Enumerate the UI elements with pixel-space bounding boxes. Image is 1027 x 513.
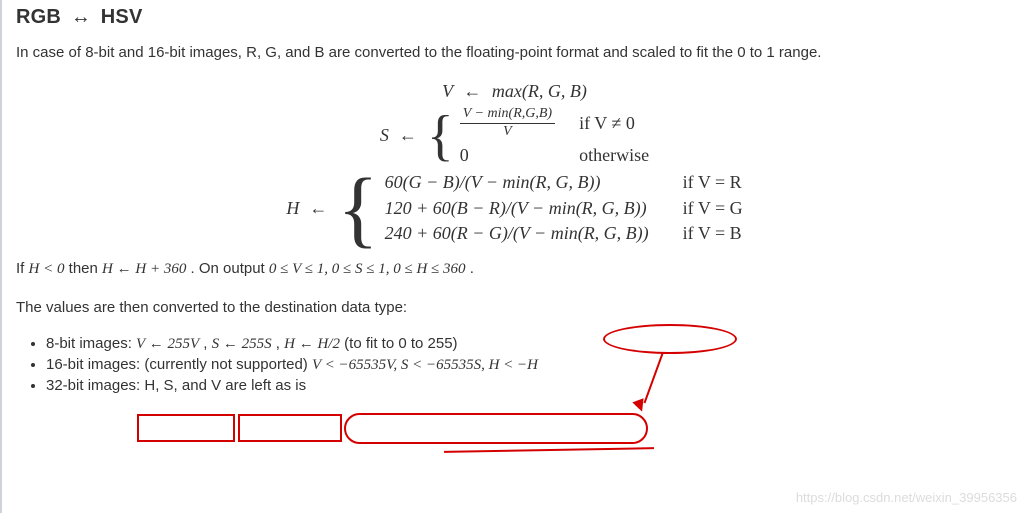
annotation-arrow-head-icon: [632, 398, 647, 413]
eq-v-rhs: max(R, G, B): [492, 81, 587, 101]
list-item-16bit: 16-bit images: (currently not supported)…: [46, 356, 1013, 374]
assign-arrow-icon: ←: [309, 198, 327, 220]
heading-rhs: HSV: [101, 6, 143, 28]
convert-intro: The values are then converted to the des…: [16, 298, 1013, 318]
b8-s: S ← 255S: [212, 336, 272, 352]
annotation-strikethrough: [444, 447, 654, 453]
equation-s: S ← { V − min(R,G,B) V if V ≠ 0 0 otherw…: [16, 106, 1013, 166]
b16-label: 16-bit images: (currently not supported): [46, 356, 312, 373]
eq-s-case1-frac: V − min(R,G,B) V: [460, 106, 555, 141]
convert-list: 8-bit images: V ← 255V , S ← 255S , H ← …: [46, 335, 1013, 394]
eq-h-case1-cond: if V = R: [683, 172, 743, 194]
wrap-t1: If: [16, 260, 29, 277]
wrap-m1: H < 0: [29, 261, 65, 277]
eq-h-case1: 60(G − B)/(V − min(R, G, B)): [385, 172, 649, 194]
eq-h-case2: 120 + 60(B − R)/(V − min(R, G, B)): [385, 198, 649, 220]
eq-s-case1-den: V: [460, 123, 555, 141]
eq-h-case3: 240 + 60(R − G)/(V − min(R, G, B)): [385, 223, 649, 245]
eq-h-lhs: H: [286, 198, 299, 220]
eq-h-case3-cond: if V = B: [683, 223, 743, 245]
intro-paragraph: In case of 8-bit and 16-bit images, R, G…: [16, 43, 1013, 63]
b8-comma1: ,: [203, 335, 211, 352]
eq-s-lhs: S: [380, 125, 389, 147]
b8-v: V ← 255V: [136, 336, 199, 352]
annotation-circle-h2: [344, 413, 648, 444]
eq-h-cases: 60(G − B)/(V − min(R, G, B)) if V = R 12…: [385, 172, 743, 245]
watermark-text: https://blog.csdn.net/weixin_39956356: [796, 490, 1017, 505]
wrap-t4: .: [470, 260, 474, 277]
wrap-m3: 0 ≤ V ≤ 1, 0 ≤ S ≤ 1,: [269, 261, 393, 277]
eq-s-case1-num: V − min(R,G,B): [460, 106, 555, 123]
wrap-m2: H ← H + 360: [102, 261, 186, 277]
heading-lhs: RGB: [16, 6, 61, 28]
b8-tail: (to fit to 0 to 255): [344, 335, 457, 352]
eq-h-case2-cond: if V = G: [683, 198, 743, 220]
doc-page: RGB ↔ HSV In case of 8-bit and 16-bit im…: [0, 0, 1027, 513]
list-item-32bit: 32-bit images: H, S, and V are left as i…: [46, 377, 1013, 394]
wrap-m4: 0 ≤ H ≤ 360: [393, 261, 465, 277]
equation-h: H ← { 60(G − B)/(V − min(R, G, B)) if V …: [16, 172, 1013, 245]
eq-v-lhs: V: [442, 81, 453, 101]
b8-comma2: ,: [276, 335, 284, 352]
assign-arrow-icon: ←: [463, 81, 481, 101]
section-heading: RGB ↔ HSV: [16, 6, 1013, 29]
b8-label: 8-bit images:: [46, 335, 136, 352]
wrap-t2: then: [69, 260, 102, 277]
eq-s-case2: 0: [460, 145, 555, 167]
left-brace-icon: {: [427, 115, 454, 157]
b16-math: V < −65535V, S < −65535S, H < −H: [312, 357, 538, 373]
wrap-t3: . On output: [191, 260, 269, 277]
list-item-8bit: 8-bit images: V ← 255V , S ← 255S , H ← …: [46, 335, 1013, 353]
assign-arrow-icon: ←: [399, 125, 417, 147]
eq-s-case1-cond: if V ≠ 0: [579, 113, 649, 135]
left-brace-icon: {: [337, 176, 378, 241]
eq-s-cases: V − min(R,G,B) V if V ≠ 0 0 otherwise: [460, 106, 649, 166]
b8-h: H ← H/2: [284, 336, 340, 352]
annotation-rect-v255: [137, 414, 235, 442]
bidirectional-arrow-icon: ↔: [71, 6, 91, 28]
eq-s-case2-cond: otherwise: [579, 145, 649, 167]
equation-v: V ← max(R, G, B): [16, 81, 1013, 103]
range-paragraph: If H < 0 then H ← H + 360 . On output 0 …: [16, 259, 1013, 280]
annotation-rect-s255: [238, 414, 342, 442]
